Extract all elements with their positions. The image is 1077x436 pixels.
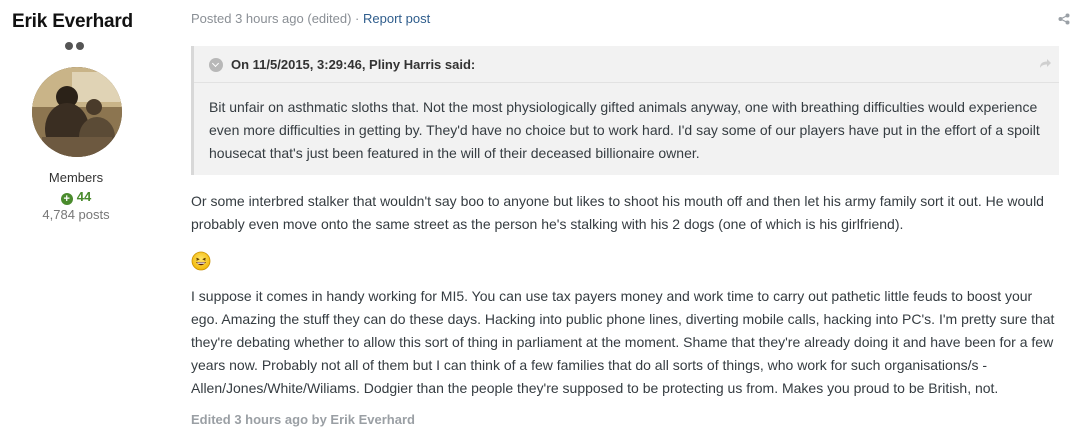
chevron-down-icon[interactable] — [209, 58, 223, 72]
avatar[interactable] — [32, 67, 122, 157]
reputation-badge[interactable]: +44 — [0, 189, 152, 205]
share-icon[interactable] — [1058, 13, 1070, 25]
rank-pips — [65, 42, 87, 50]
quote-citation[interactable]: On 11/5/2015, 3:29:46, Pliny Harris said… — [231, 57, 475, 72]
quote-text: Bit unfair on asthmatic sloths that. Not… — [209, 99, 1040, 161]
posted-time[interactable]: Posted 3 hours ago (edited) · — [191, 11, 363, 26]
member-group: Members — [48, 170, 104, 185]
author-name[interactable]: Erik Everhard — [12, 11, 133, 33]
plus-icon: + — [60, 193, 73, 205]
share-arrow-icon[interactable] — [1038, 57, 1052, 71]
post-paragraph: Or some interbred stalker that wouldn't … — [191, 193, 1044, 232]
post-paragraph: I suppose it comes in handy working for … — [191, 288, 1055, 396]
reputation-count: 44 — [76, 189, 92, 204]
post-count: 4,784 posts — [42, 207, 110, 222]
report-post-link[interactable]: Report post — [363, 11, 430, 26]
edited-note: Edited 3 hours ago by Erik Everhard — [191, 412, 415, 427]
post-meta: Posted 3 hours ago (edited) · Report pos… — [191, 11, 430, 26]
quote-block: On 11/5/2015, 3:29:46, Pliny Harris said… — [191, 46, 1059, 175]
laughing-emoji-icon — [191, 251, 211, 271]
quote-header: On 11/5/2015, 3:29:46, Pliny Harris said… — [194, 46, 1059, 83]
